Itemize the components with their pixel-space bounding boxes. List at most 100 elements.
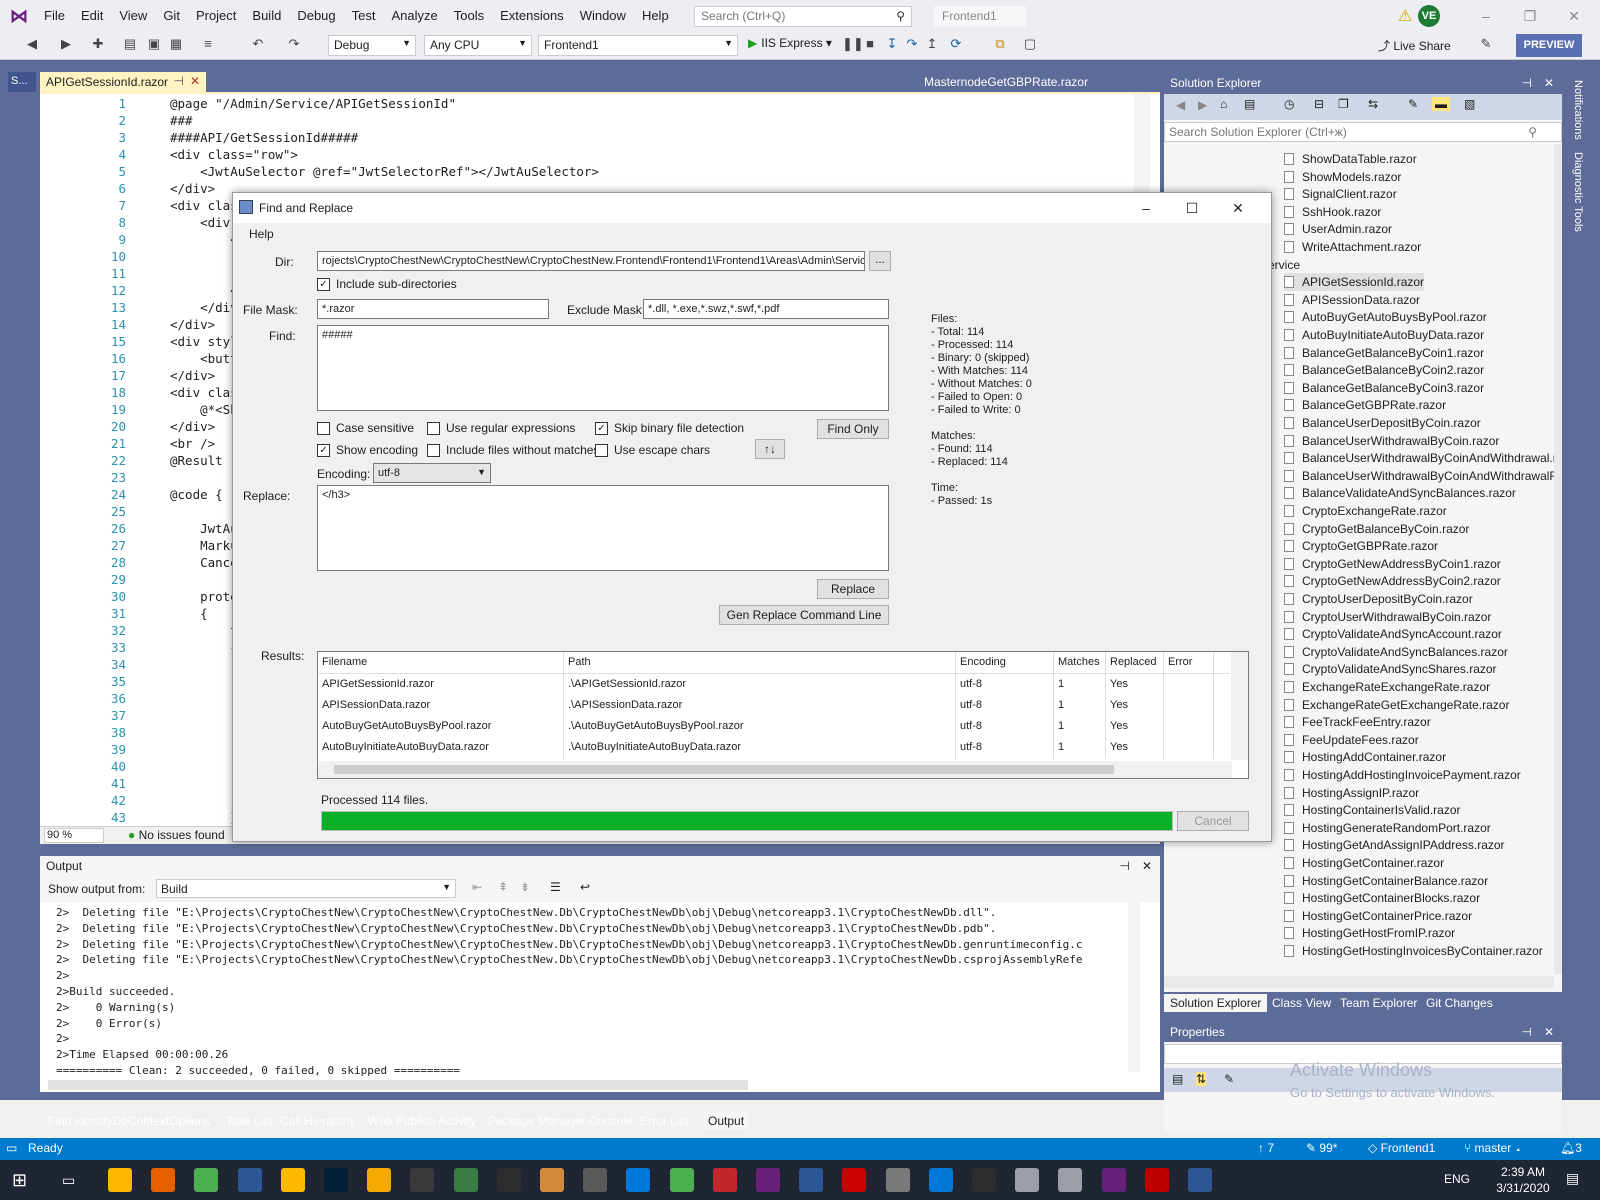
- browser-link-icon[interactable]: ⧉: [992, 36, 1008, 52]
- tab-call-hierarchy[interactable]: Call Hierarchy: [276, 1112, 359, 1130]
- step-out-icon[interactable]: ↥: [924, 36, 940, 52]
- input-language[interactable]: ENG: [1444, 1172, 1470, 1186]
- clock[interactable]: 2:39 AM 3/31/2020: [1488, 1164, 1558, 1196]
- tab-package-manager-console[interactable]: Package Manager Console: [484, 1112, 637, 1130]
- find-textarea[interactable]: #####: [317, 325, 889, 411]
- file-item[interactable]: HostingGenerateRandomPort.razor: [1284, 819, 1491, 837]
- app-icon[interactable]: [972, 1168, 996, 1192]
- solution-search-input[interactable]: Search Solution Explorer (Ctrl+ж) ⚲: [1164, 122, 1562, 142]
- code-line[interactable]: <br />: [170, 436, 215, 451]
- menu-window[interactable]: Window: [572, 0, 634, 32]
- file-item[interactable]: CryptoGetNewAddressByCoin2.razor: [1284, 572, 1501, 590]
- table-row[interactable]: APISessionData.razor .\APISessionData.raz…: [318, 695, 1230, 717]
- file-item[interactable]: CryptoUserWithdrawalByCoin.razor: [1284, 608, 1491, 626]
- windows-start-icon[interactable]: ⊞: [12, 1170, 27, 1191]
- menu-tools[interactable]: Tools: [446, 0, 492, 32]
- app-icon[interactable]: [1015, 1168, 1040, 1192]
- opera-icon[interactable]: [712, 1168, 737, 1192]
- column-header[interactable]: Encoding: [956, 652, 1054, 673]
- collapse-all-icon[interactable]: ⊟: [1314, 97, 1324, 111]
- code-line[interactable]: @page "/Admin/Service/APIGetSessionId": [170, 96, 456, 111]
- visual-studio-icon[interactable]: [1101, 1168, 1126, 1192]
- side-tab-notifications[interactable]: Notifications: [1572, 80, 1584, 140]
- word-wrap-icon[interactable]: ↩: [580, 880, 590, 894]
- minimize-icon[interactable]: –: [1131, 197, 1161, 219]
- app-icon[interactable]: [453, 1168, 478, 1192]
- results-table[interactable]: Filename Path Encoding Matches Replaced Error…: [317, 651, 1249, 779]
- app-icon[interactable]: [540, 1168, 564, 1192]
- file-item[interactable]: BalanceUserWithdrawalByCoinAndWithdrawal…: [1284, 449, 1554, 467]
- file-item[interactable]: CryptoGetBalanceByCoin.razor: [1284, 520, 1469, 538]
- file-item[interactable]: HostingGetHostingInvoicesByContainer.raz…: [1284, 942, 1543, 960]
- dir-input[interactable]: rojects\CryptoChestNew\CryptoChestNew\Cr…: [317, 251, 865, 271]
- file-item[interactable]: AutoBuyInitiateAutoBuyData.razor: [1284, 326, 1484, 344]
- pin-icon[interactable]: ⊣: [1120, 859, 1130, 873]
- tab-masternodegetgbprate[interactable]: MasternodeGetGBPRate.razor: [918, 73, 1108, 92]
- file-item[interactable]: BalanceGetBalanceByCoin3.razor: [1284, 379, 1484, 397]
- file-item[interactable]: BalanceGetGBPRate.razor: [1284, 396, 1446, 414]
- undo-icon[interactable]: ↶: [250, 36, 266, 52]
- back-icon[interactable]: ◀: [1176, 98, 1185, 112]
- app-icon[interactable]: [1188, 1168, 1212, 1192]
- refresh-icon[interactable]: ⟳: [948, 36, 964, 52]
- step-into-icon[interactable]: ↧: [884, 36, 900, 52]
- app-icon[interactable]: [928, 1168, 953, 1192]
- preview-badge[interactable]: PREVIEW: [1516, 34, 1582, 57]
- alphabetical-icon[interactable]: ⇅: [1196, 1072, 1207, 1086]
- app-icon[interactable]: [842, 1168, 867, 1192]
- skip-binary-checkbox[interactable]: ✓ Skip binary file detection: [595, 421, 744, 435]
- action-center-icon[interactable]: ▤: [1566, 1170, 1579, 1187]
- pin-icon[interactable]: ⊣: [174, 74, 184, 88]
- code-line[interactable]: ###: [170, 113, 193, 128]
- firefox-icon[interactable]: [151, 1168, 176, 1192]
- redo-icon[interactable]: ↷: [286, 36, 302, 52]
- pin-icon[interactable]: ⊣: [1522, 1025, 1532, 1039]
- open-icon[interactable]: ▤: [122, 36, 138, 52]
- file-item[interactable]: BalanceGetBalanceByCoin2.razor: [1284, 361, 1484, 379]
- file-mask-input[interactable]: *.razor: [317, 299, 549, 319]
- maximize-icon[interactable]: ❐: [1510, 4, 1550, 28]
- close-icon[interactable]: ✕: [1544, 1025, 1554, 1039]
- app-icon[interactable]: [885, 1168, 910, 1192]
- column-header[interactable]: Filename: [318, 652, 564, 673]
- file-item[interactable]: HostingAddContainer.razor: [1284, 748, 1446, 766]
- menu-debug[interactable]: Debug: [289, 0, 343, 32]
- replace-button[interactable]: Replace: [817, 579, 889, 599]
- tab-apigetsessionid[interactable]: APIGetSessionId.razor ⊣ ✕: [40, 72, 206, 92]
- preview-selected-icon[interactable]: ▬: [1432, 97, 1450, 111]
- escape-chars-checkbox[interactable]: Use escape chars: [595, 443, 710, 457]
- menu-view[interactable]: View: [111, 0, 155, 32]
- file-item[interactable]: CryptoValidateAndSyncBalances.razor: [1284, 643, 1508, 661]
- menu-help[interactable]: Help: [249, 227, 274, 241]
- minimize-icon[interactable]: –: [1466, 4, 1506, 28]
- file-item[interactable]: ShowModels.razor: [1284, 168, 1401, 186]
- output-text[interactable]: 2> Deleting file "E:\Projects\CryptoChes…: [40, 902, 1160, 1092]
- file-item[interactable]: HostingGetContainerBalance.razor: [1284, 872, 1488, 890]
- code-line[interactable]: {: [170, 640, 238, 655]
- home-icon[interactable]: ⌂: [1220, 97, 1227, 111]
- solution-scrollbar[interactable]: [1554, 144, 1562, 974]
- file-item[interactable]: HostingContainerIsValid.razor: [1284, 801, 1461, 819]
- avatar[interactable]: VE: [1418, 5, 1440, 27]
- app-icon[interactable]: [1058, 1168, 1083, 1192]
- save-icon[interactable]: ▣: [146, 36, 162, 52]
- file-item[interactable]: FeeUpdateFees.razor: [1284, 731, 1419, 749]
- run-button[interactable]: ▶ IIS Express ▾: [748, 36, 832, 50]
- file-item[interactable]: UserAdmin.razor: [1284, 220, 1392, 238]
- prev-message-icon[interactable]: ⇞: [498, 880, 508, 894]
- notifications-icon[interactable]: 🔔︎3: [1560, 1141, 1582, 1155]
- results-vscrollbar[interactable]: [1231, 652, 1248, 760]
- pin-icon[interactable]: ⊣: [1522, 76, 1532, 90]
- menu-test[interactable]: Test: [344, 0, 384, 32]
- file-item[interactable]: SshHook.razor: [1284, 203, 1381, 221]
- file-item[interactable]: CryptoExchangeRate.razor: [1284, 502, 1447, 520]
- file-item[interactable]: CryptoUserDepositByCoin.razor: [1284, 590, 1473, 608]
- switch-views-icon[interactable]: ▤: [1244, 97, 1255, 111]
- file-item[interactable]: BalanceGetBalanceByCoin1.razor: [1284, 344, 1484, 362]
- show-encoding-checkbox[interactable]: ✓ Show encoding: [317, 443, 418, 457]
- save-all-icon[interactable]: ▦: [168, 36, 184, 52]
- file-item[interactable]: HostingGetContainerPrice.razor: [1284, 907, 1472, 925]
- column-header[interactable]: Matches: [1054, 652, 1106, 673]
- code-line[interactable]: @code {: [170, 487, 223, 502]
- tab-solution-explorer[interactable]: Solution Explorer: [1164, 994, 1268, 1012]
